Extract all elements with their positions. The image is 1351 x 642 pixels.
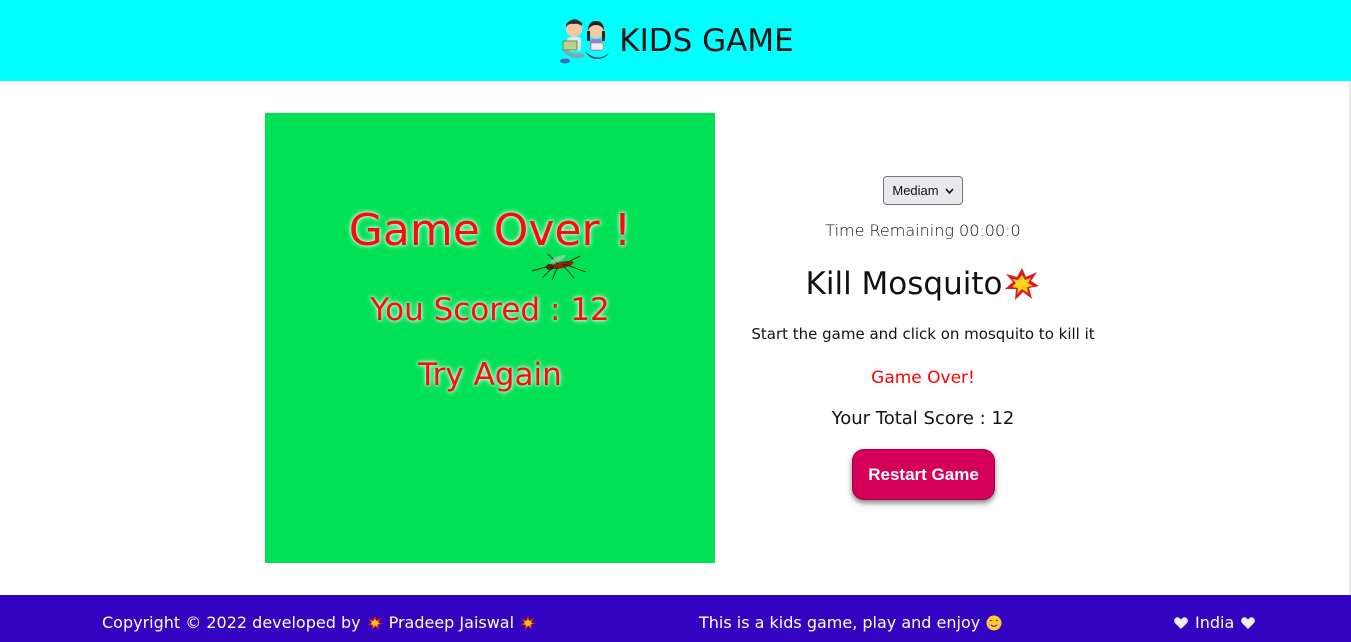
time-remaining: Time Remaining 00:00:0 <box>825 221 1021 240</box>
game-board[interactable] <box>265 113 715 563</box>
heart-icon <box>1174 616 1188 629</box>
game-title: Kill Mosquito <box>723 266 1123 302</box>
site-header: KIDS GAME <box>0 0 1351 81</box>
header-brand: KIDS GAME <box>557 17 794 65</box>
heart-icon <box>1241 616 1256 629</box>
kids-reading-icon <box>560 18 610 63</box>
footer-tagline: This is a kids game, play and enjoy <box>699 613 1002 632</box>
copyright-text: Copyright © 2022 developed by <box>102 613 361 632</box>
mosquito-icon[interactable] <box>528 252 590 284</box>
try-again-link[interactable]: Try Again <box>265 357 715 393</box>
game-title-text: Kill Mosquito <box>805 266 1003 302</box>
status-text: Game Over! <box>871 368 975 388</box>
footer-copyright: Copyright © 2022 developed by Pradeep Ja… <box>102 613 536 632</box>
restart-game-button[interactable]: Restart Game <box>852 449 995 500</box>
final-score-text: You Scored : 12 <box>370 292 610 328</box>
instructions-text: Start the game and click on mosquito to … <box>751 325 1095 343</box>
site-title: KIDS GAME <box>619 22 794 59</box>
total-score: Your Total Score : 12 <box>831 408 1015 429</box>
footer-country: India <box>1173 613 1256 632</box>
chevron-down-icon <box>945 187 954 194</box>
country-text: India <box>1195 613 1235 632</box>
tagline-text: This is a kids game, play and enjoy <box>699 613 981 632</box>
collision-icon <box>520 615 536 630</box>
collision-icon <box>1005 268 1040 300</box>
smiley-icon <box>986 615 1002 630</box>
site-footer: Copyright © 2022 developed by Pradeep Ja… <box>0 595 1351 642</box>
game-over-heading: Game Over ! <box>348 205 632 256</box>
level-select[interactable]: Mediam <box>883 176 963 205</box>
collision-icon <box>367 615 383 630</box>
author-name: Pradeep Jaiswal <box>388 613 515 632</box>
level-select-value: Mediam <box>892 183 939 198</box>
